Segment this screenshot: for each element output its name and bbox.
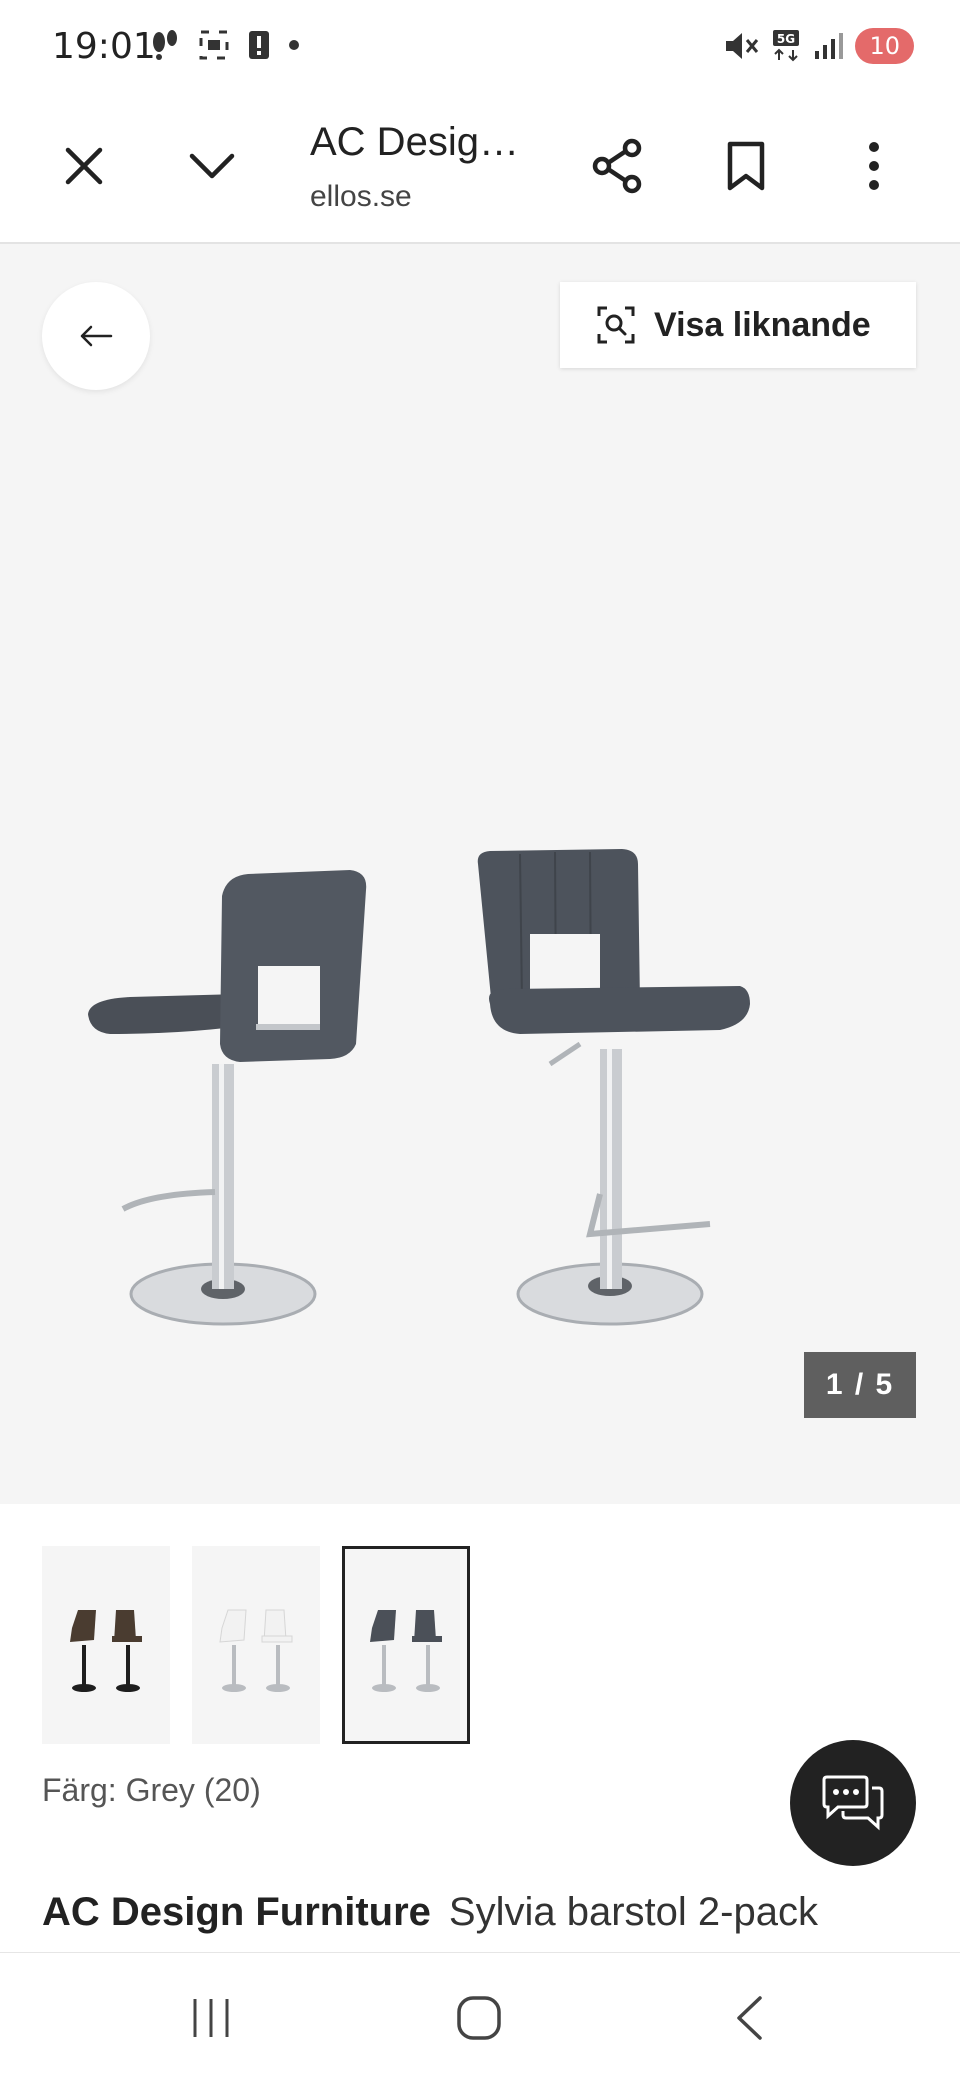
bookmark-icon bbox=[727, 141, 765, 191]
status-time: 19:01 bbox=[52, 26, 156, 67]
chat-icon bbox=[822, 1775, 884, 1831]
show-similar-label: Visa liknande bbox=[654, 305, 871, 344]
image-back-button[interactable] bbox=[42, 282, 150, 390]
recent-apps-icon bbox=[193, 1999, 229, 2037]
arrow-left-icon bbox=[80, 325, 113, 347]
status-icons-left bbox=[150, 28, 300, 62]
stool-right bbox=[477, 849, 750, 1326]
system-nav-bar bbox=[0, 1952, 960, 2081]
svg-text:5G: 5G bbox=[777, 32, 795, 46]
home-icon bbox=[457, 1996, 501, 2040]
dot-icon bbox=[289, 40, 299, 50]
bookmark-button[interactable] bbox=[706, 126, 786, 206]
home-button[interactable] bbox=[434, 1973, 524, 2063]
page-title[interactable]: AC Desig… bbox=[310, 120, 519, 165]
browser-toolbar bbox=[0, 96, 960, 244]
stool-left bbox=[88, 870, 367, 1326]
system-back-button[interactable] bbox=[704, 1973, 794, 2063]
product-brand[interactable]: AC Design Furniture bbox=[42, 1890, 431, 1934]
product-name: Sylvia barstol 2-pack bbox=[448, 1890, 818, 1934]
back-icon bbox=[737, 1996, 762, 2040]
mute-icon bbox=[726, 33, 759, 59]
network-5g-icon: 5G bbox=[773, 30, 800, 62]
product-image bbox=[88, 849, 750, 1326]
share-icon bbox=[592, 138, 642, 194]
signal-icon bbox=[815, 33, 844, 59]
status-icons-right: 5G 10 bbox=[723, 28, 914, 64]
close-icon bbox=[65, 147, 103, 185]
thumbnail-image-white bbox=[219, 1609, 293, 1692]
product-image-gallery[interactable] bbox=[0, 244, 960, 1504]
more-options-button[interactable] bbox=[834, 126, 914, 206]
steps-icon bbox=[153, 30, 177, 60]
chat-button[interactable] bbox=[790, 1740, 916, 1866]
thumbnail-image-brown bbox=[70, 1610, 142, 1692]
image-counter: 1 / 5 bbox=[804, 1352, 916, 1418]
more-vertical-icon bbox=[869, 142, 879, 190]
visual-search-icon bbox=[597, 306, 635, 344]
color-thumbnail-white[interactable] bbox=[192, 1546, 320, 1744]
share-button[interactable] bbox=[578, 126, 658, 206]
show-similar-button[interactable]: Visa liknande bbox=[560, 282, 916, 368]
product-heading: AC Design Furniture Sylvia barstol 2-pack bbox=[42, 1890, 818, 1935]
alert-icon bbox=[249, 31, 269, 59]
color-thumbnail-grey[interactable] bbox=[342, 1546, 470, 1744]
battery-indicator: 10 bbox=[855, 28, 914, 64]
chevron-down-icon bbox=[189, 153, 235, 179]
selected-color-label: Färg: Grey (20) bbox=[42, 1772, 261, 1808]
close-button[interactable] bbox=[44, 126, 124, 206]
thumbnail-image-grey bbox=[370, 1610, 442, 1692]
status-bar: 19:01 5G 10 bbox=[0, 0, 960, 96]
page-url[interactable]: ellos.se bbox=[310, 180, 412, 214]
color-thumbnail-brown[interactable] bbox=[42, 1546, 170, 1744]
recent-apps-button[interactable] bbox=[166, 1973, 256, 2063]
screenshot-icon bbox=[199, 30, 229, 60]
collapse-button[interactable] bbox=[172, 126, 252, 206]
